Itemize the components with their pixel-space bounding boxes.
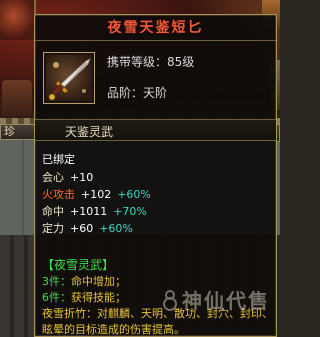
watermark-text: 神仙代售 (182, 289, 270, 313)
dagger-icon (46, 55, 92, 101)
stat-bonus-value: +70% (113, 205, 147, 218)
stat-row: 定力 +60 +60% (42, 220, 272, 237)
set-piece-count: 6件： (42, 291, 71, 304)
set-bonus-text: 获得技能； (71, 291, 126, 304)
stat-row: 火攻击 +102 +60% (42, 186, 272, 203)
bind-status: 已绑定 (42, 153, 75, 166)
item-grade: 品阶：天阶 (107, 86, 168, 100)
set-name: 【夜雪灵武】 (42, 258, 115, 272)
stat-base-value: +60 (70, 222, 94, 235)
stat-list: 已绑定 会心 +10 火攻击 +102 +60% 命中 +1011 +70% 定力 +60 +… (42, 151, 272, 237)
stat-row: 会心 +10 (42, 169, 272, 186)
hud-portrait-fragment (0, 0, 36, 40)
item-icon-slot (43, 52, 95, 104)
stat-label: 定力 (42, 222, 64, 235)
stat-row: 命中 +1011 +70% (42, 203, 272, 220)
set-piece-count: 3件： (42, 275, 71, 288)
side-tab-treasure[interactable]: 珍 (0, 124, 36, 140)
stat-label: 会心 (42, 171, 64, 184)
item-level-requirement: 携带等级：85级 (107, 55, 195, 69)
item-category-label: 天鉴灵武 (65, 125, 114, 139)
stat-bonus-value: +60% (117, 188, 151, 201)
item-category-header: 天鉴灵武 (35, 119, 276, 141)
stat-base-value: +1011 (70, 205, 108, 218)
gourd-logo-icon (163, 289, 177, 311)
watermark: 神仙代售 (161, 285, 270, 314)
stat-base-value: +102 (81, 188, 112, 201)
set-bonus-text: 命中增加； (71, 275, 126, 288)
stat-label: 命中 (42, 205, 64, 218)
item-name: 夜雪天鉴短匕 (35, 15, 276, 41)
stat-bonus-value: +60% (99, 222, 133, 235)
stat-base-value: +10 (70, 171, 94, 184)
item-tooltip: 夜雪天鉴短匕 携带等级：85级 品阶：天阶 天鉴灵武 已绑定 会心 +10 火攻… (34, 14, 277, 337)
stat-label: 火攻击 (42, 188, 75, 201)
hud-slot-fragment (2, 80, 32, 116)
